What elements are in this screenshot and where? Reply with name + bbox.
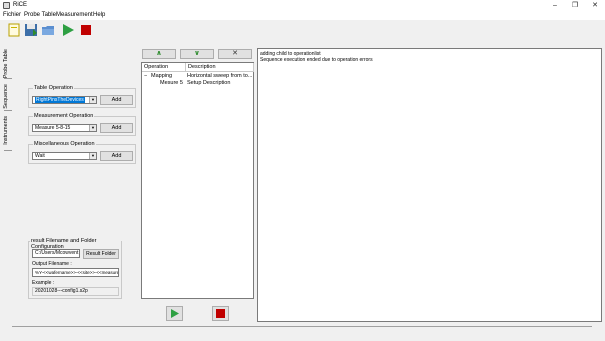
row-operation: Mesure 5 xyxy=(160,80,183,86)
move-down-button[interactable]: ∨ xyxy=(180,49,214,59)
example-value: 20201028---config1.s2p xyxy=(32,287,119,296)
sequence-tree[interactable]: Operation Description − Mapping Horizont… xyxy=(141,62,254,299)
table-operation-select[interactable]: RightPinsTheDevices ▼ xyxy=(32,96,97,104)
misc-operation-add-button[interactable]: Add xyxy=(100,151,133,161)
table-operation-value: RightPinsTheDevices xyxy=(35,97,85,103)
table-operation-group: Table Operation RightPinsTheDevices ▼ Ad… xyxy=(28,85,136,108)
tab-sequence[interactable]: Sequence xyxy=(3,84,9,109)
app-icon xyxy=(3,2,10,9)
title-bar: RiCE – ❐ ✕ xyxy=(0,0,605,11)
log-panel[interactable]: adding child to operationlist Sequence e… xyxy=(257,48,602,322)
delete-operation-button[interactable]: ✕ xyxy=(218,49,252,59)
play-icon xyxy=(171,309,179,318)
tab-divider xyxy=(4,110,12,111)
restore-button[interactable]: ❐ xyxy=(565,0,585,11)
close-window-button[interactable]: ✕ xyxy=(585,0,605,11)
measurement-operation-select[interactable]: Measure 5-8-15 ▼ xyxy=(32,124,97,132)
stop-square-icon xyxy=(216,309,225,318)
row-description: Horizontal sweep from to... xyxy=(187,73,253,79)
log-line: Sequence execution ended due to operatio… xyxy=(260,57,373,63)
result-config-group: result Filename and Folder Configuration… xyxy=(28,238,122,299)
table-operation-title: Table Operation xyxy=(33,85,74,91)
row-description: Setup Description xyxy=(187,80,231,86)
measurement-operation-title: Measurement Operation xyxy=(33,113,95,119)
output-filename-label: Output Filename : xyxy=(32,261,72,267)
menu-probe-table[interactable]: Probe Table xyxy=(24,12,56,18)
column-header-description[interactable]: Description xyxy=(186,63,254,72)
tab-divider xyxy=(4,78,12,79)
example-label: Example : xyxy=(32,280,55,286)
output-filename-field[interactable]: %Y-<<wafername>>-<<site>>-<<measure>> xyxy=(32,268,119,277)
chevron-down-icon: ▼ xyxy=(89,97,96,103)
chevron-down-icon: ▼ xyxy=(89,153,96,159)
minimize-button[interactable]: – xyxy=(545,0,565,11)
measurement-operation-value: Measure 5-8-15 xyxy=(35,125,71,131)
chevron-down-icon: ▼ xyxy=(89,125,96,131)
stop-sequence-button[interactable] xyxy=(212,306,229,321)
misc-operation-select[interactable]: Wait ▼ xyxy=(32,152,97,160)
measurement-operation-add-button[interactable]: Add xyxy=(100,123,133,133)
new-file-icon[interactable] xyxy=(7,23,21,37)
table-operation-add-button[interactable]: Add xyxy=(100,95,133,105)
result-folder-field[interactable]: C:/Users/Mcowvent xyxy=(32,249,80,258)
menu-bar: Fichier Probe Table Measurement Help xyxy=(0,11,605,20)
column-header-operation[interactable]: Operation xyxy=(142,63,186,72)
tab-divider xyxy=(4,150,12,151)
menu-help[interactable]: Help xyxy=(93,12,105,18)
status-divider xyxy=(12,326,592,327)
move-up-button[interactable]: ∧ xyxy=(142,49,176,59)
toolbar xyxy=(0,20,605,41)
window-title: RiCE xyxy=(13,2,28,8)
result-folder-button[interactable]: Result Folder xyxy=(83,249,119,259)
run-icon[interactable] xyxy=(61,23,75,37)
row-operation: Mapping xyxy=(151,73,173,79)
menu-fichier[interactable]: Fichier xyxy=(3,12,21,18)
measurement-operation-group: Measurement Operation Measure 5-8-15 ▼ A… xyxy=(28,113,136,136)
side-tabs: Probe Table Sequence Instruments xyxy=(0,44,20,329)
run-sequence-button[interactable] xyxy=(166,306,183,321)
save-icon[interactable] xyxy=(24,23,38,37)
stop-icon[interactable] xyxy=(79,23,93,37)
menu-measurement[interactable]: Measurement xyxy=(56,12,93,18)
tree-expander-icon[interactable]: − xyxy=(144,73,147,79)
misc-operation-value: Wait xyxy=(35,153,45,159)
misc-operation-title: Miscellaneous Operation xyxy=(33,141,96,147)
open-folder-icon[interactable] xyxy=(41,23,55,37)
tab-instruments[interactable]: Instruments xyxy=(3,116,9,145)
misc-operation-group: Miscellaneous Operation Wait ▼ Add xyxy=(28,141,136,164)
tab-probe-table[interactable]: Probe Table xyxy=(3,49,9,78)
